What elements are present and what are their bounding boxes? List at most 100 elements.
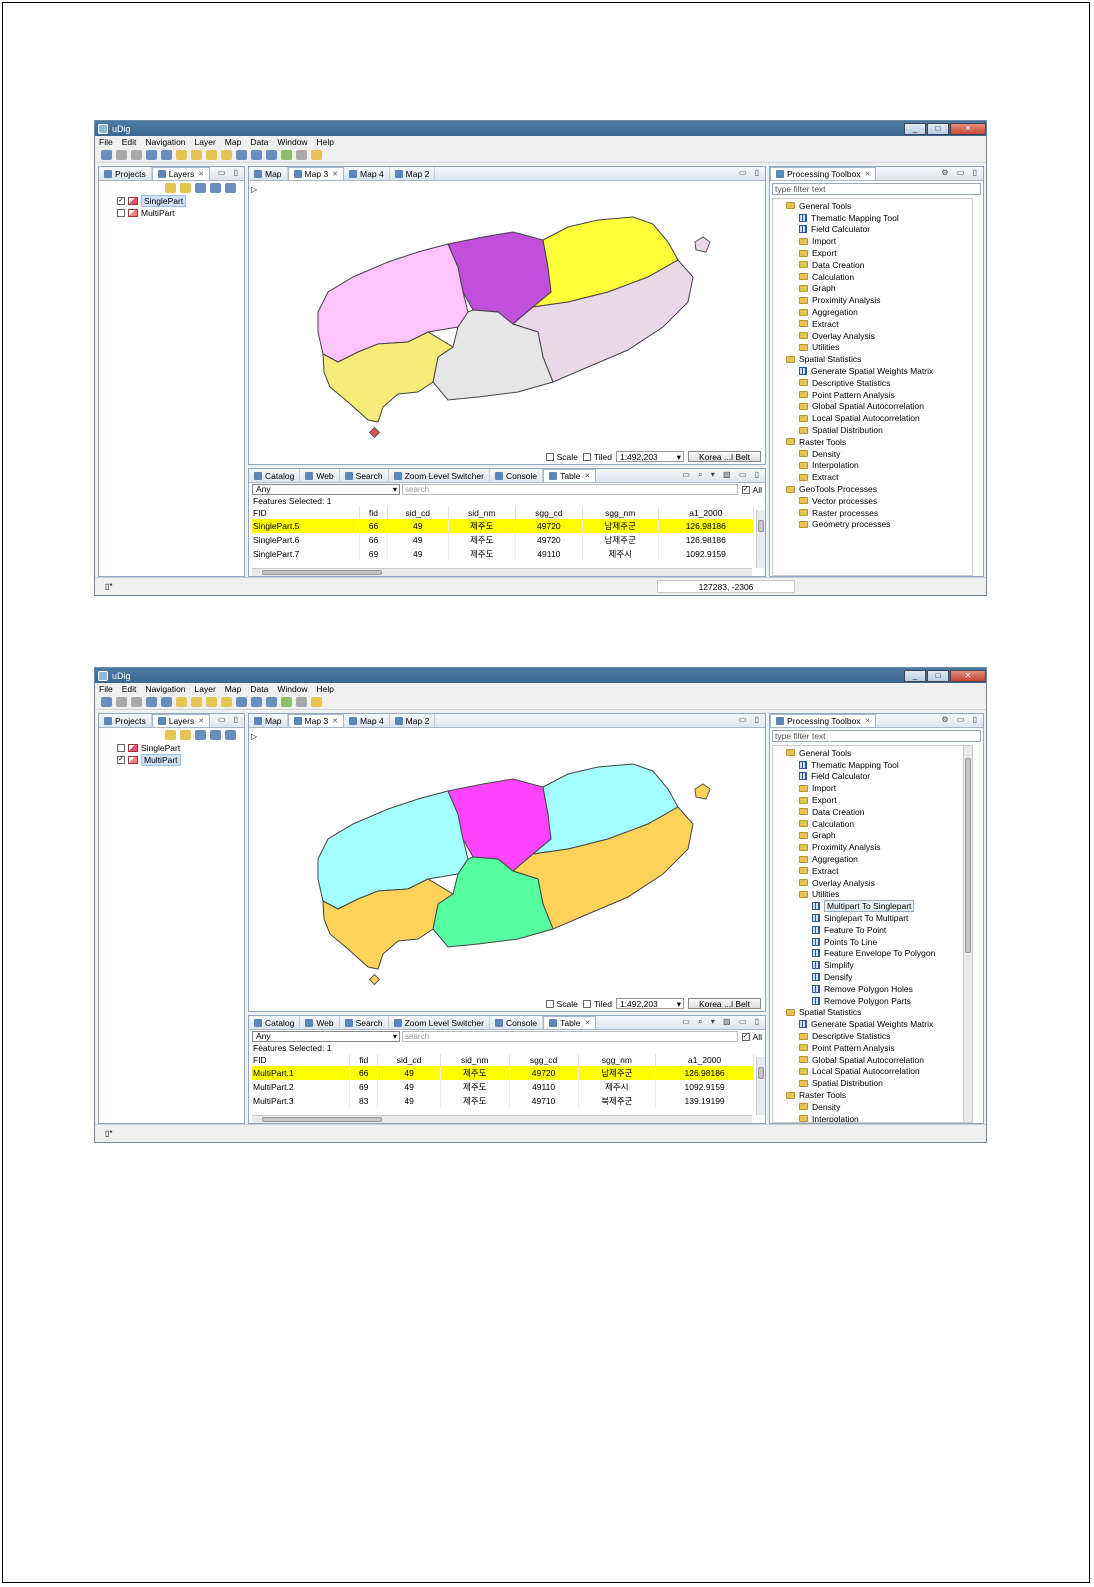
tab-console[interactable]: Console [490,1016,544,1029]
panel-controls[interactable]: ▭ ▯ [218,168,241,177]
menu-map[interactable]: Map [225,137,242,147]
maximize-button[interactable]: □ [927,669,949,682]
toolbox-filter-input[interactable]: type filter text [772,183,981,195]
toolbox-panel-controls[interactable]: ⚙ ▭ ▯ [941,168,980,177]
toolbox-item[interactable]: Geometry processes [773,519,972,531]
toolbox-item[interactable]: Utilities [773,889,972,901]
toolbox-item[interactable]: Proximity Analysis [773,294,972,306]
collapse-icon[interactable]: ▷ [251,732,257,741]
toolbox-item[interactable]: Raster Tools [773,436,972,448]
layer-item-singlepart[interactable]: ✓ SinglePart [99,195,244,207]
tab-zoom-level-switcher[interactable]: Zoom Level Switcher [389,469,490,482]
toolbox-item[interactable]: Extract [773,471,972,483]
properties-icon[interactable] [176,697,187,707]
toolbox-item[interactable]: GeoTools Processes [773,483,972,495]
tab-projects[interactable]: Projects [99,714,152,727]
toolbox-item[interactable]: Remove Polygon Parts [773,995,972,1007]
tiled-checkbox[interactable] [582,999,591,1008]
layer-visibility-checkbox[interactable] [117,744,125,752]
print-icon[interactable] [146,150,157,160]
close-tab-icon[interactable]: ✕ [332,170,338,178]
toolbox-item[interactable]: Multipart To Singlepart [773,900,972,913]
close-tab-icon[interactable]: ✕ [584,472,590,480]
toolbox-item[interactable]: Simplify [773,959,972,971]
column-header[interactable]: a1_2000 [658,507,755,519]
home-icon[interactable] [225,183,236,193]
tab-search[interactable]: Search [340,469,389,482]
panel-controls[interactable]: ▭ ▯ [218,715,241,724]
collapse-icon[interactable]: ▷ [251,185,257,194]
zoom-in-icon[interactable] [251,150,262,160]
toolbox-item[interactable]: Generate Spatial Weights Matrix [773,1018,972,1030]
save-icon[interactable] [116,150,127,160]
toolbox-item[interactable]: Spatial Distribution [773,424,972,436]
tab-search[interactable]: Search [340,1016,389,1029]
column-header[interactable]: fid [349,1054,379,1066]
layer-visibility-checkbox[interactable] [117,209,125,217]
tab-map-4[interactable]: Map 4 [344,167,390,180]
zoom-extent-icon[interactable] [236,697,247,707]
menu-navigation[interactable]: Navigation [145,137,185,147]
toolbox-item[interactable]: Overlay Analysis [773,877,972,889]
toolbox-item[interactable]: Data Creation [773,806,972,818]
toolbox-filter-input[interactable]: type filter text [772,730,981,742]
menu-help[interactable]: Help [317,684,334,694]
tab-map-2[interactable]: Map 2 [390,167,436,180]
toolbox-item[interactable]: General Tools [773,200,972,212]
table-vscroll-thumb[interactable] [758,520,764,532]
close-button[interactable]: ✕ [950,122,986,135]
toolbox-item[interactable]: Density [773,448,972,460]
toolbox-item[interactable]: Densify [773,971,972,983]
toolbox-item[interactable]: Import [773,782,972,794]
toolbox-item[interactable]: Interpolation [773,1113,972,1122]
jeju-map[interactable] [258,182,763,451]
column-header[interactable]: sgg_cd [509,1054,579,1066]
style-icon[interactable] [195,730,206,740]
maximize-button[interactable]: □ [927,122,949,135]
tab-table[interactable]: Table ✕ [543,469,597,482]
table-horizontal-scrollbar[interactable] [252,568,752,576]
tab-web[interactable]: Web [300,469,340,482]
menu-data[interactable]: Data [250,137,268,147]
back-icon[interactable] [191,150,202,160]
toolbox-item[interactable]: Export [773,794,972,806]
tab-catalog[interactable]: Catalog [249,469,301,482]
save-all-icon[interactable] [131,697,142,707]
toolbox-item[interactable]: Singlepart To Multipart [773,912,972,924]
all-checkbox[interactable]: ✓ [741,485,750,494]
jeju-map[interactable] [258,729,763,998]
table-vscroll-thumb[interactable] [758,1067,764,1079]
menu-file[interactable]: File [99,684,113,694]
export-icon[interactable] [161,697,172,707]
toolbox-vertical-scrollbar[interactable] [963,746,972,1122]
layer-item-multipart[interactable]: MultiPart [99,207,244,219]
all-toggle[interactable]: ✓ All [741,485,762,495]
toolbox-item[interactable]: Thematic Mapping Tool [773,759,972,771]
toolbox-item[interactable]: Graph [773,283,972,295]
minimize-button[interactable]: _ [904,669,926,682]
toolbox-item[interactable]: Descriptive Statistics [773,1030,972,1042]
map-panel-controls[interactable]: ▭ ▯ [739,168,762,177]
toolbox-item[interactable]: Point Pattern Analysis [773,389,972,401]
marado-islet[interactable] [368,426,381,439]
toolbox-item[interactable]: Point Pattern Analysis [773,1042,972,1054]
table-row[interactable]: MultiPart.3 83 49 제주도 49710 북제주군 139.19199 [252,1094,754,1108]
table-vertical-scrollbar[interactable] [756,510,765,568]
toolbox-item[interactable]: Spatial Statistics [773,353,972,365]
toolbox-item[interactable]: Points To Line [773,936,972,948]
menu-layer[interactable]: Layer [195,137,216,147]
toolbox-item[interactable]: Utilities [773,342,972,354]
toolbox-item[interactable]: General Tools [773,747,972,759]
menu-file[interactable]: File [99,137,113,147]
export-icon[interactable] [161,150,172,160]
toolbox-item[interactable]: Vector processes [773,495,972,507]
map-canvas[interactable] [258,182,763,451]
info-icon[interactable] [281,697,292,707]
save-all-icon[interactable] [131,150,142,160]
close-tab-icon[interactable]: ✕ [198,170,204,178]
close-tab-icon[interactable]: ✕ [865,717,871,725]
toolbox-item[interactable]: Graph [773,830,972,842]
properties-icon[interactable] [176,150,187,160]
menu-window[interactable]: Window [277,137,307,147]
close-tab-icon[interactable]: ✕ [584,1019,590,1027]
